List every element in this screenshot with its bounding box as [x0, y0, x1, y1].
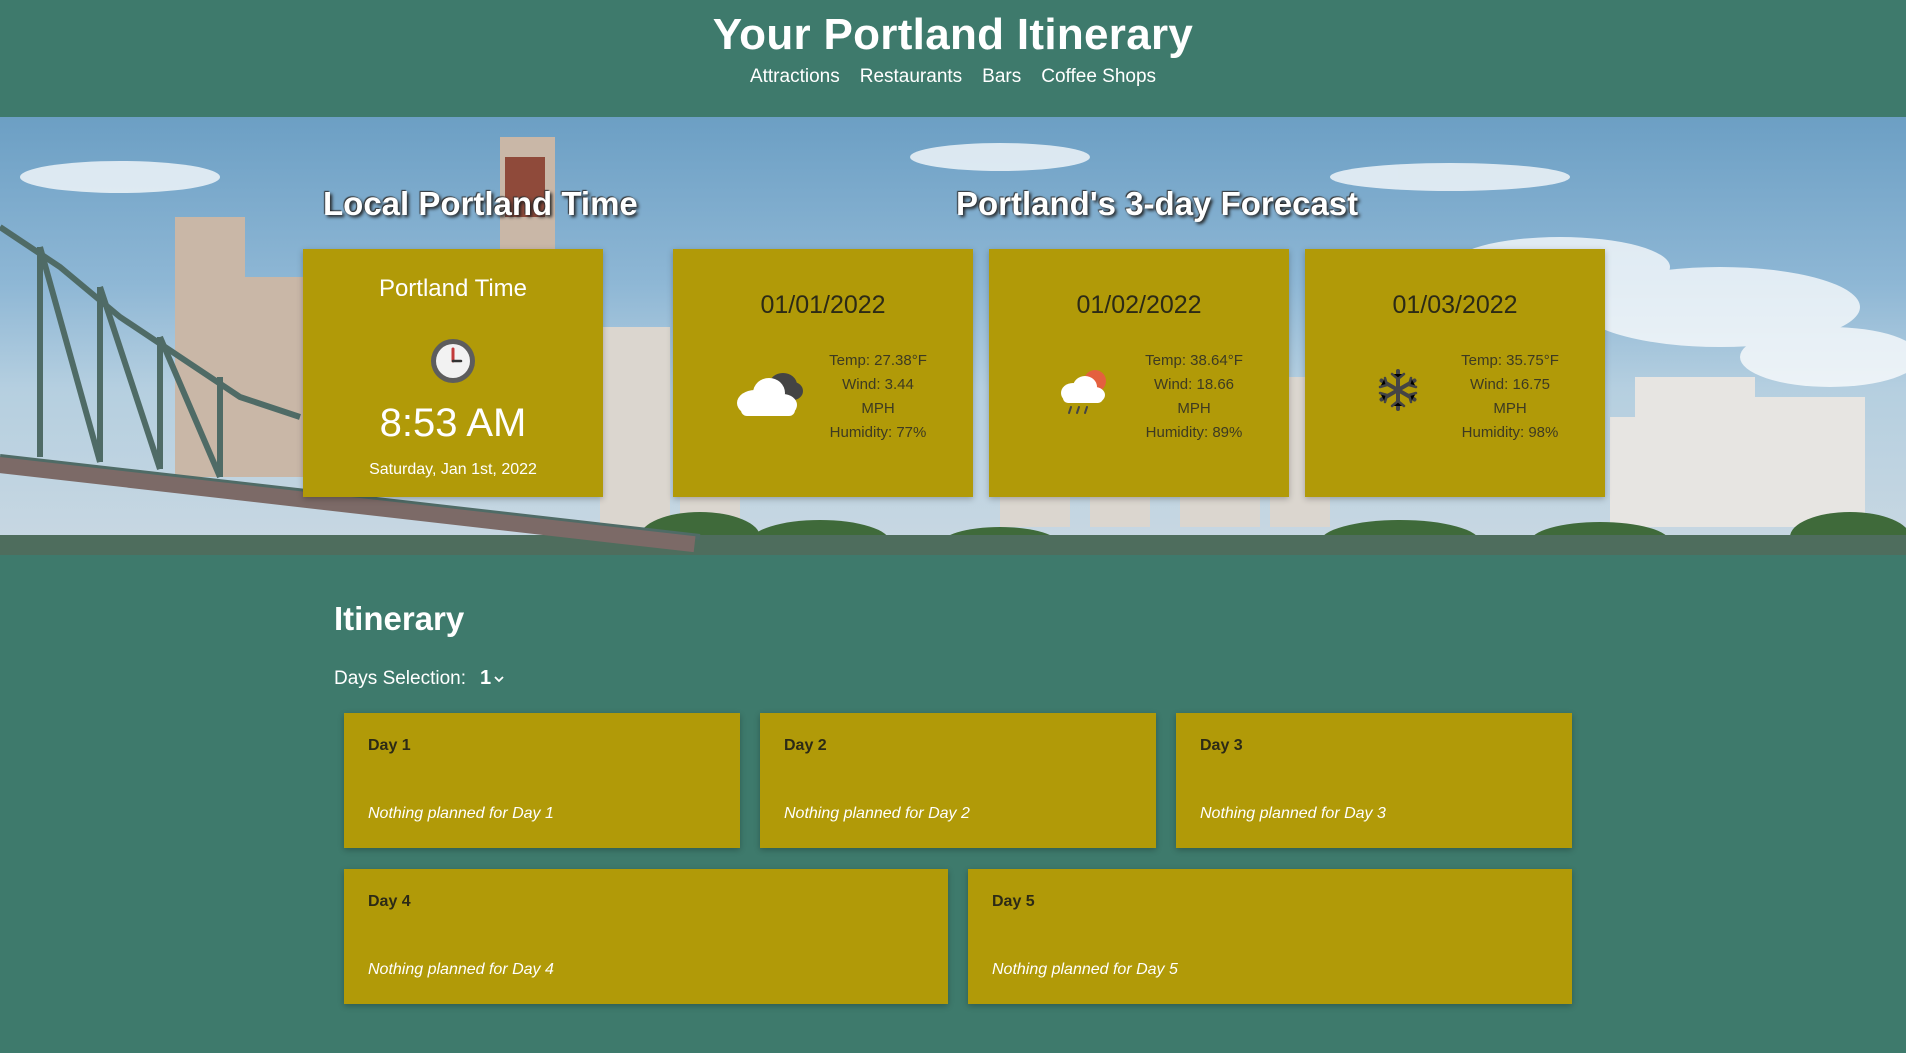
forecast-temp: Temp: 27.38°F	[829, 352, 927, 369]
nav-bars[interactable]: Bars	[982, 66, 1021, 88]
current-time: 8:53 AM	[379, 401, 527, 445]
local-time-heading: Local Portland Time	[323, 185, 638, 222]
rain-sun-icon	[1061, 370, 1106, 414]
forecast-date: 01/03/2022	[1392, 291, 1518, 319]
main-nav: Attractions Restaurants Bars Coffee Shop…	[0, 66, 1906, 88]
forecast-card: 01/02/2022 Temp: 38.64°F Wind: 18.66 MPH…	[989, 249, 1289, 497]
day-note: Nothing planned for Day 4	[368, 961, 554, 978]
day-card: Day 2 Nothing planned for Day 2	[760, 713, 1156, 848]
forecast-details: Temp: 35.75°F Wind: 16.75 MPH Humidity: …	[1445, 349, 1575, 445]
forecast-wind: Wind: 16.75	[1469, 376, 1551, 393]
hero-banner: Local Portland Time Portland's 3-day For…	[0, 117, 1906, 555]
forecast-humidity: Humidity: 89%	[1145, 424, 1243, 441]
forecast-date: 01/02/2022	[1076, 291, 1202, 319]
forecast-details: Temp: 27.38°F Wind: 3.44 MPH Humidity: 7…	[813, 349, 943, 445]
forecast-humidity: Humidity: 98%	[1461, 424, 1559, 441]
day-title: Day 5	[992, 893, 1035, 910]
day-note: Nothing planned for Day 1	[368, 805, 554, 822]
days-select[interactable]: 1	[480, 667, 504, 690]
forecast-humidity: Humidity: 77%	[829, 424, 927, 441]
day-card: Day 4 Nothing planned for Day 4	[344, 869, 948, 1004]
day-card: Day 1 Nothing planned for Day 1	[344, 713, 740, 848]
day-title: Day 3	[1200, 737, 1243, 754]
forecast-card: 01/03/2022 Temp: 35.75°F Wind: 16.75 MPH…	[1305, 249, 1605, 497]
chevron-down-icon	[494, 675, 504, 682]
day-note: Nothing planned for Day 3	[1200, 805, 1386, 822]
forecast-details: Temp: 38.64°F Wind: 18.66 MPH Humidity: …	[1129, 349, 1259, 445]
snowflake-icon	[1378, 369, 1418, 411]
day-card: Day 5 Nothing planned for Day 5	[968, 869, 1572, 1004]
days-selection: Days Selection: 1	[334, 667, 504, 690]
itinerary-heading: Itinerary	[334, 600, 465, 637]
day-title: Day 1	[368, 737, 411, 754]
site-header: Your Portland Itinerary Attractions Rest…	[0, 0, 1906, 117]
clock-icon	[431, 339, 475, 383]
portland-time-card: Portland Time 8:53 AM Saturday, Jan 1st,…	[303, 249, 603, 497]
days-select-value: 1	[480, 667, 492, 689]
forecast-wind-unit: MPH	[1493, 400, 1527, 417]
forecast-wind-unit: MPH	[861, 400, 895, 417]
nav-restaurants[interactable]: Restaurants	[860, 66, 962, 88]
forecast-date: 01/01/2022	[760, 291, 886, 319]
days-selection-label: Days Selection:	[334, 667, 467, 689]
cloudy-icon	[737, 373, 803, 416]
forecast-wind: Wind: 3.44	[842, 376, 914, 393]
forecast-heading: Portland's 3-day Forecast	[956, 185, 1359, 222]
time-card-title: Portland Time	[378, 275, 528, 302]
site-title: Your Portland Itinerary	[712, 10, 1194, 59]
day-note: Nothing planned for Day 2	[784, 805, 970, 822]
day-note: Nothing planned for Day 5	[992, 961, 1178, 978]
nav-coffee-shops[interactable]: Coffee Shops	[1041, 66, 1156, 88]
nav-attractions[interactable]: Attractions	[750, 66, 840, 88]
forecast-temp: Temp: 35.75°F	[1461, 352, 1559, 369]
forecast-wind: Wind: 18.66	[1153, 376, 1235, 393]
forecast-temp: Temp: 38.64°F	[1145, 352, 1243, 369]
day-title: Day 2	[784, 737, 827, 754]
current-date: Saturday, Jan 1st, 2022	[369, 461, 537, 478]
day-card: Day 3 Nothing planned for Day 3	[1176, 713, 1572, 848]
forecast-card: 01/01/2022 Temp: 27.38°F Wind: 3.44 MPH …	[673, 249, 973, 497]
forecast-wind-unit: MPH	[1177, 400, 1211, 417]
day-title: Day 4	[368, 893, 411, 910]
